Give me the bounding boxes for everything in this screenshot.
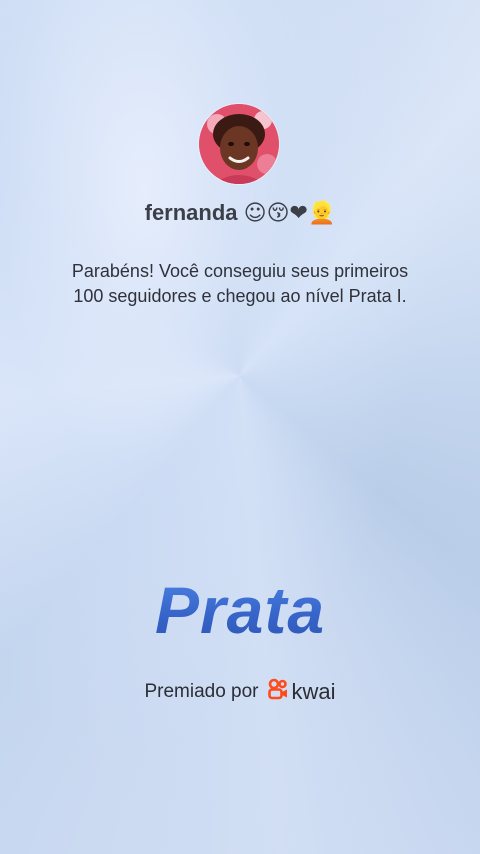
message-line-2: 100 seguidores e chegou ao nível Prata I… <box>73 286 407 306</box>
awarded-by: Premiado por kwai <box>0 678 480 706</box>
congratulations-message: Parabéns! Você conseguiu seus primeiros … <box>40 259 440 309</box>
message-line-1: Parabéns! Você conseguiu seus primeiros <box>71 261 409 281</box>
avatar-image <box>199 104 279 184</box>
avatar[interactable] <box>199 104 279 184</box>
kwai-logo-icon <box>267 678 289 706</box>
username-emojis: ☺😚❤👱 <box>243 201 336 226</box>
tier-title: Prata <box>0 572 480 648</box>
username: fernanda <box>144 200 238 225</box>
username-title: fernanda ☺😚❤👱 <box>0 200 480 226</box>
kwai-brand: kwai <box>267 678 336 706</box>
kwai-wordmark: kwai <box>291 679 336 704</box>
awarded-by-label: Premiado por <box>144 681 259 702</box>
